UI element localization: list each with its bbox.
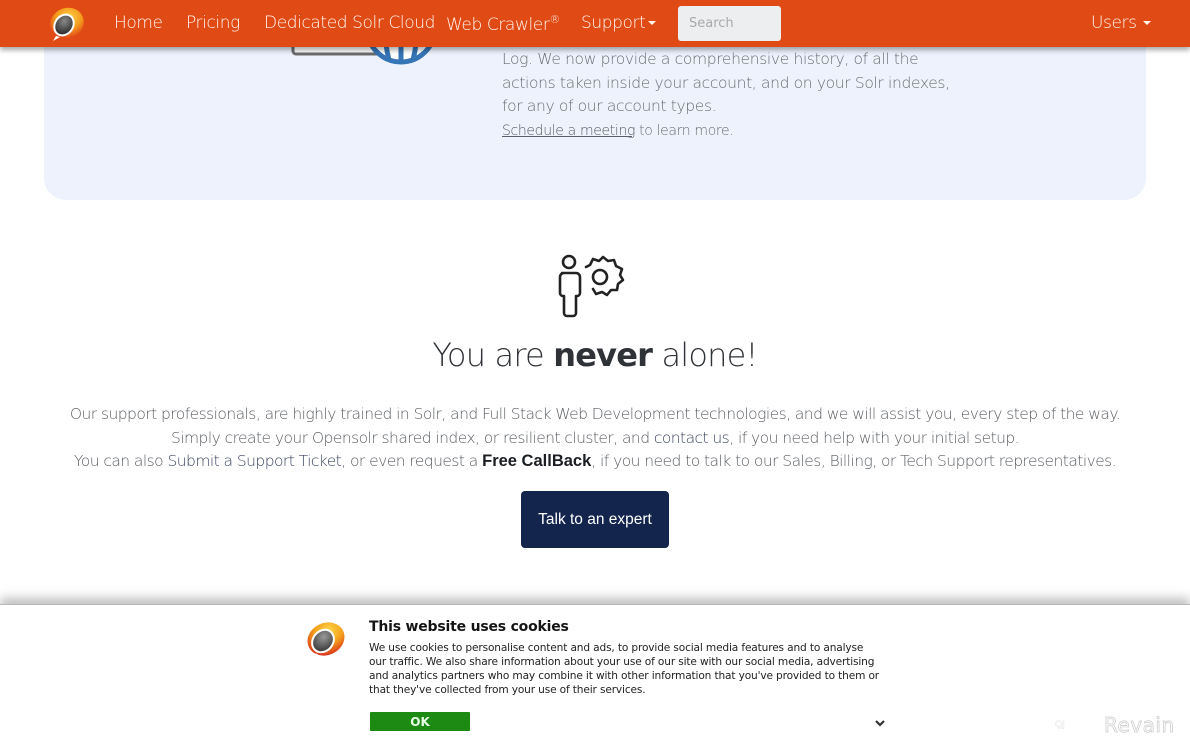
activity-log-description: Log. We now provide a comprehensive hist… — [502, 48, 950, 144]
opensolr-logo-icon[interactable] — [44, 4, 86, 44]
top-navbar: Home Pricing Dedicated Solr Cloud Web Cr… — [0, 0, 1190, 47]
support-headline: You are never alone! — [0, 336, 1190, 374]
nav-home[interactable]: Home — [114, 13, 163, 33]
support-text: You can also — [73, 452, 168, 470]
nav-web-crawler[interactable]: Web Crawler® — [446, 13, 560, 35]
cookie-text-line: that they've collected from your use of … — [369, 684, 646, 696]
support-text: , if you need help with your initial set… — [729, 428, 1020, 447]
learn-more-text: Schedule a meeting to learn more. — [502, 120, 942, 144]
headline-emphasis: never — [553, 336, 653, 374]
headline-text: You are — [432, 336, 554, 374]
headline-text: alone! — [652, 336, 758, 374]
person-gear-icon — [558, 254, 625, 318]
cookie-text-line: and analytics partners who may combine i… — [369, 670, 879, 682]
support-text: , if you need to talk to our Sales, Bill… — [591, 452, 1117, 470]
description-line: Log. We now provide a comprehensive hist… — [502, 50, 919, 68]
support-line-3: You can also Submit a Support Ticket, or… — [0, 450, 1190, 474]
cookie-description: We use cookies to personalise content an… — [369, 641, 909, 697]
revain-watermark: Revain — [1104, 713, 1175, 738]
description-line: for any of our account types. — [502, 97, 717, 115]
caret-down-icon — [1142, 21, 1151, 25]
nav-support-label: Support — [581, 13, 646, 33]
nav-users-label: Users — [1091, 13, 1137, 33]
revain-logo-icon — [1055, 719, 1065, 730]
support-description: Our support professionals, are highly tr… — [0, 403, 1190, 474]
description-line: actions taken inside your account, and o… — [502, 73, 950, 92]
cookie-ok-button[interactable]: OK — [370, 712, 470, 731]
support-text: Simply create your Opensolr shared index… — [170, 428, 654, 447]
search-input[interactable] — [678, 6, 781, 41]
nav-support-dropdown[interactable]: Support — [581, 13, 657, 33]
contact-us-link[interactable]: contact us — [654, 429, 730, 447]
caret-down-icon — [648, 21, 657, 25]
schedule-meeting-link[interactable]: Schedule a meeting — [502, 123, 635, 139]
free-callback-link[interactable]: Free CallBack — [482, 452, 591, 470]
cookie-consent-banner: This website uses cookies We use cookies… — [0, 604, 1190, 753]
talk-to-expert-button[interactable]: Talk to an expert — [521, 491, 669, 548]
registered-mark: ® — [549, 13, 561, 26]
learn-more-suffix: to learn more. — [635, 122, 734, 139]
cookie-title: This website uses cookies — [369, 619, 569, 635]
support-line-1: Our support professionals, are highly tr… — [69, 405, 1121, 423]
opensolr-logo-icon — [307, 622, 345, 659]
chevron-down-icon[interactable] — [873, 718, 887, 728]
nav-dedicated-solr-cloud[interactable]: Dedicated Solr Cloud — [264, 13, 435, 33]
support-line-2: Simply create your Opensolr shared index… — [0, 427, 1190, 451]
submit-support-ticket-link[interactable]: Submit a Support Ticket — [167, 452, 341, 470]
support-text: , or even request a — [341, 452, 483, 470]
cookie-text-line: We use cookies to personalise content an… — [369, 642, 864, 654]
nav-pricing[interactable]: Pricing — [186, 13, 240, 33]
cookie-text-line: our traffic. We also share information a… — [369, 656, 875, 668]
nav-web-crawler-label: Web Crawler — [446, 15, 550, 35]
nav-users-dropdown[interactable]: Users — [1091, 13, 1151, 33]
